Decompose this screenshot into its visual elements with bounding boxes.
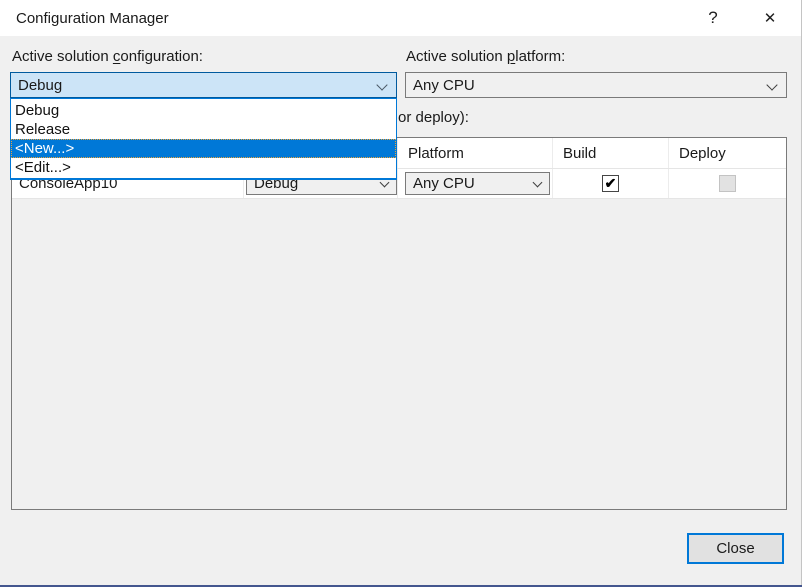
col-header-deploy: Deploy [669, 138, 786, 168]
active-solution-configuration-combobox[interactable]: Debug [10, 72, 397, 98]
titlebar-close-button[interactable]: ✕ [753, 2, 787, 34]
row-platform-combobox[interactable]: Any CPU [405, 172, 550, 195]
label-text: onfiguration: [120, 48, 203, 65]
label-text: Active solution [12, 48, 113, 65]
configuration-dropdown-list: Debug Release <New...> <Edit...> [10, 98, 397, 180]
deploy-cell [669, 169, 786, 198]
project-contexts-label-visible: or deploy): [398, 109, 469, 126]
project-contexts-table: Platform Build Deploy ConsoleApp10 Debug… [11, 137, 787, 510]
combobox-value: Any CPU [413, 77, 475, 94]
chevron-down-icon [533, 178, 543, 188]
help-icon: ? [708, 8, 717, 28]
titlebar: Configuration Manager ? ✕ [0, 0, 802, 36]
deploy-checkbox [719, 175, 736, 192]
active-solution-platform-combobox[interactable]: Any CPU [405, 72, 787, 98]
label-text: latform: [515, 48, 565, 65]
close-icon: ✕ [764, 9, 777, 27]
dropdown-item-new[interactable]: <New...> [11, 139, 396, 158]
help-button[interactable]: ? [696, 2, 730, 34]
build-cell: ✔ [553, 169, 669, 198]
dropdown-item-release[interactable]: Release [11, 120, 396, 139]
dropdown-item-edit[interactable]: <Edit...> [11, 158, 396, 177]
close-button[interactable]: Close [687, 533, 784, 564]
check-icon: ✔ [605, 176, 617, 191]
col-header-platform: Platform [398, 138, 553, 168]
label-text: Active solution [406, 48, 507, 65]
dropdown-item-debug[interactable]: Debug [11, 101, 396, 120]
window-title: Configuration Manager [16, 0, 169, 36]
chevron-down-icon [376, 79, 387, 90]
combobox-value: Debug [18, 77, 62, 94]
chevron-down-icon [766, 79, 777, 90]
active-solution-platform-label: Active solution platform: [406, 48, 565, 65]
combobox-value: Any CPU [413, 175, 475, 192]
col-header-build: Build [553, 138, 669, 168]
accelerator-letter: p [507, 48, 515, 65]
build-checkbox[interactable]: ✔ [602, 175, 619, 192]
platform-cell: Any CPU [398, 169, 553, 198]
active-solution-configuration-label: Active solution configuration: [12, 48, 203, 65]
